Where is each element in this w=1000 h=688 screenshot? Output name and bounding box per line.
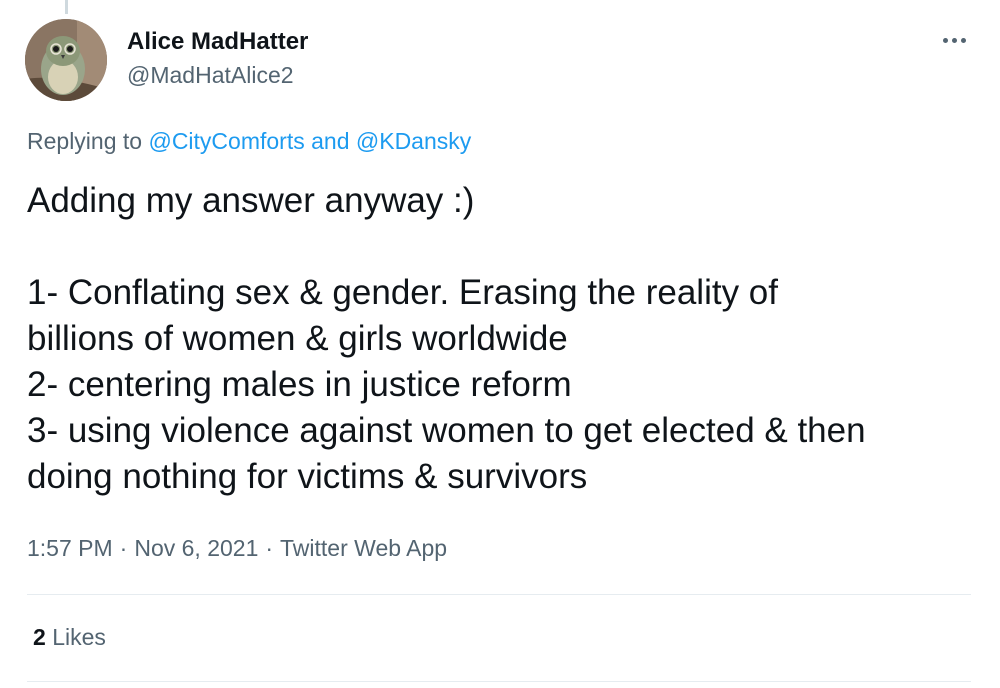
more-horizontal-icon [942,37,966,43]
tweet-text: Adding my answer anyway :) 1- Conflating… [27,178,977,500]
meta-separator: · [119,535,128,561]
tweet-date[interactable]: Nov 6, 2021 [134,535,258,561]
author-handle[interactable]: @MadHatAlice2 [127,62,294,89]
likes-count-link[interactable]: 2 Likes [33,624,106,651]
tweet-text-line: 1- Conflating sex & gender. Erasing the … [27,273,778,312]
replying-to-prefix: Replying to [27,128,143,154]
reply-mention-citycomforts[interactable]: @CityComforts [148,128,304,154]
tweet-source[interactable]: Twitter Web App [280,535,447,561]
divider [27,594,971,595]
tweet-metadata: 1:57 PM · Nov 6, 2021 · Twitter Web App [27,535,447,562]
divider [27,681,971,682]
bird-avatar-image [25,19,107,101]
thread-connector-line [65,0,68,14]
tweet-text-line: doing nothing for victims & survivors [27,457,588,496]
likes-count: 2 [33,624,46,650]
tweet-text-line: 2- centering males in justice reform [27,365,572,404]
tweet-time[interactable]: 1:57 PM [27,535,113,561]
likes-label: Likes [52,624,106,650]
author-display-name[interactable]: Alice MadHatter [127,28,308,56]
replying-to: Replying to @CityComforts and @KDansky [27,128,471,155]
tweet-text-line: Adding my answer anyway :) [27,181,475,220]
meta-separator: · [265,535,274,561]
more-options-button[interactable] [934,28,974,52]
tweet-text-line: 3- using violence against women to get e… [27,411,866,450]
avatar[interactable] [25,19,107,101]
reply-conjunction[interactable]: and [311,128,349,154]
reply-mention-kdansky[interactable]: @KDansky [356,128,471,154]
tweet-text-line: billions of women & girls worldwide [27,319,568,358]
